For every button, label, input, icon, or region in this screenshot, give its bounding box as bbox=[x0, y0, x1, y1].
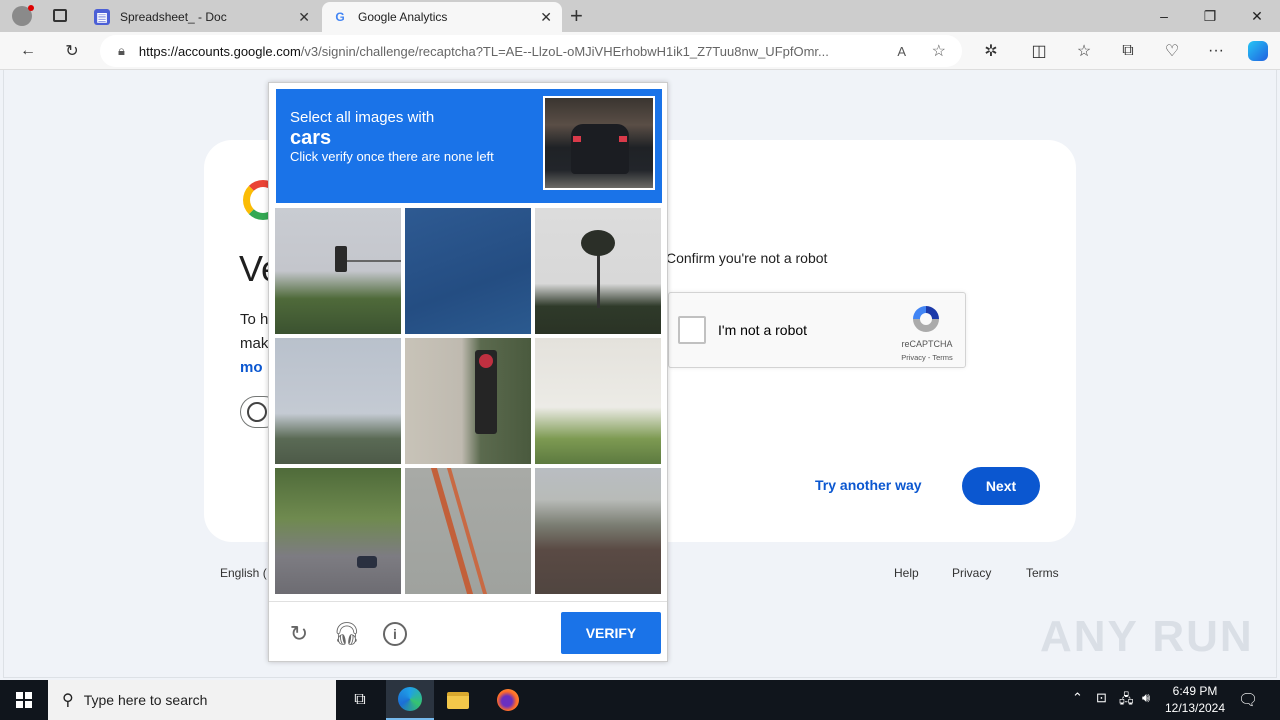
copilot-icon[interactable] bbox=[1244, 38, 1272, 64]
taskbar-search-box[interactable]: ⚲ Type here to search bbox=[48, 680, 336, 720]
traffic-light bbox=[335, 246, 347, 272]
tab-label: Google Analytics bbox=[358, 10, 448, 24]
url-host: https://accounts.google.com bbox=[138, 43, 301, 59]
image-tile[interactable] bbox=[405, 338, 531, 464]
favorite-star-icon[interactable]: ☆ bbox=[932, 41, 946, 61]
url-path: /v3/signin/challenge/recaptcha?TL=AE--Ll… bbox=[300, 43, 829, 59]
tab-spreadsheet[interactable]: ▤ Spreadsheet_ - Doc ✕ bbox=[84, 2, 320, 32]
recaptcha-widget: I'm not a robot reCAPTCHA Privacy - Term… bbox=[668, 292, 966, 368]
body-text-line2: mak bbox=[240, 335, 269, 352]
tab-google-analytics[interactable]: G Google Analytics ✕ bbox=[322, 2, 562, 32]
windows-start-icon[interactable] bbox=[0, 680, 48, 720]
lock-icon[interactable]: 🔒︎ bbox=[118, 43, 125, 59]
tab-label: Spreadsheet_ - Doc bbox=[120, 10, 227, 24]
verify-button[interactable]: VERIFY bbox=[561, 612, 661, 654]
confirm-text: Confirm you're not a robot bbox=[666, 250, 828, 266]
image-grid bbox=[275, 208, 663, 596]
volume-icon[interactable]: 🔊︎ bbox=[1142, 690, 1150, 706]
extensions-icon[interactable]: ✲ bbox=[977, 38, 1005, 64]
image-tile[interactable] bbox=[405, 468, 531, 594]
more-menu-icon[interactable]: ··· bbox=[1202, 38, 1230, 64]
not-robot-label: I'm not a robot bbox=[718, 322, 808, 338]
palm-crown bbox=[581, 230, 615, 256]
not-robot-checkbox[interactable] bbox=[678, 316, 706, 344]
recaptcha-brand: reCAPTCHA bbox=[901, 339, 953, 349]
try-another-way-button[interactable]: Try another way bbox=[815, 477, 922, 493]
footer-terms-link[interactable]: Terms bbox=[1026, 566, 1059, 580]
address-bar[interactable]: 🔒︎ https://accounts.google.com /v3/signi… bbox=[100, 35, 962, 67]
edge-taskbar-icon[interactable] bbox=[386, 680, 434, 720]
learn-more-link[interactable]: mo bbox=[240, 359, 263, 376]
network-icon[interactable]: 🖧︎ bbox=[1119, 690, 1134, 712]
browser-tab-strip: ▤ Spreadsheet_ - Doc ✕ G Google Analytic… bbox=[0, 0, 1280, 32]
close-window-button[interactable]: ✕ bbox=[1234, 4, 1280, 28]
restore-button[interactable]: ❐ bbox=[1187, 4, 1233, 28]
headphones-icon[interactable]: 🎧︎ bbox=[333, 620, 361, 648]
body-text-line1: To h bbox=[240, 311, 269, 328]
challenge-controls: ↻ 🎧︎ i VERIFY bbox=[269, 601, 667, 661]
tab-actions-icon[interactable] bbox=[53, 9, 67, 22]
image-tile[interactable] bbox=[535, 338, 661, 464]
browser-toolbar: ← ↻ 🔒︎ https://accounts.google.com /v3/s… bbox=[0, 32, 1280, 70]
minimize-button[interactable]: – bbox=[1141, 4, 1187, 28]
image-tile[interactable] bbox=[275, 468, 401, 594]
sample-car-image bbox=[543, 96, 655, 190]
doc-favicon: ▤ bbox=[94, 9, 110, 25]
notification-dot bbox=[28, 5, 34, 11]
language-selector[interactable]: English ( bbox=[220, 566, 267, 580]
search-icon: ⚲ bbox=[62, 692, 74, 709]
firefox-icon[interactable] bbox=[484, 680, 532, 720]
challenge-header: Select all images with cars Click verify… bbox=[276, 89, 662, 203]
google-favicon: G bbox=[335, 10, 345, 24]
car-shape bbox=[571, 124, 629, 174]
account-icon bbox=[247, 402, 267, 422]
reload-icon[interactable]: ↻ bbox=[285, 620, 313, 648]
task-view-icon[interactable]: ⧉ bbox=[336, 680, 384, 720]
file-explorer-icon[interactable] bbox=[434, 680, 482, 720]
instruction-line3: Click verify once there are none left bbox=[290, 149, 494, 164]
back-icon[interactable]: ← bbox=[14, 38, 42, 64]
refresh-icon[interactable]: ↻ bbox=[58, 38, 86, 64]
recaptcha-privacy-terms[interactable]: Privacy - Terms bbox=[895, 353, 959, 362]
split-screen-icon[interactable]: ◫ bbox=[1025, 38, 1053, 64]
next-button[interactable]: Next bbox=[962, 467, 1040, 505]
search-placeholder: Type here to search bbox=[83, 692, 208, 708]
image-tile[interactable] bbox=[535, 208, 661, 334]
image-tile[interactable] bbox=[405, 208, 531, 334]
image-tile[interactable] bbox=[275, 208, 401, 334]
windows-taskbar: ⚲ Type here to search ⧉ ⌃ ⊡ 🖧︎ 🔊︎ 6:49 P… bbox=[0, 680, 1280, 720]
show-hidden-icons[interactable]: ⌃ bbox=[1072, 690, 1083, 706]
footer-help-link[interactable]: Help bbox=[894, 566, 919, 580]
anyrun-watermark: ANY RUN bbox=[1040, 612, 1254, 661]
instruction-target: cars bbox=[290, 127, 332, 149]
close-tab-icon[interactable]: ✕ bbox=[298, 9, 310, 26]
palm-trunk bbox=[597, 248, 600, 308]
image-tile[interactable] bbox=[275, 338, 401, 464]
notifications-icon[interactable]: 🗨︎ bbox=[1238, 690, 1258, 710]
red-light bbox=[479, 354, 493, 368]
image-tile[interactable] bbox=[535, 468, 661, 594]
favorites-icon[interactable]: ☆ bbox=[1070, 38, 1098, 64]
collections-icon[interactable]: ⧉ bbox=[1114, 38, 1142, 64]
footer-privacy-link[interactable]: Privacy bbox=[952, 566, 991, 580]
new-tab-button[interactable]: + bbox=[570, 3, 583, 29]
taskbar-clock[interactable]: 6:49 PM 12/13/2024 bbox=[1160, 683, 1230, 717]
instruction-line1: Select all images with bbox=[290, 109, 435, 126]
close-tab-icon[interactable]: ✕ bbox=[540, 9, 552, 26]
tail-light bbox=[573, 136, 581, 142]
meet-now-icon[interactable]: ⊡ bbox=[1096, 690, 1107, 706]
info-icon[interactable]: i bbox=[381, 620, 409, 648]
read-aloud-icon[interactable]: A bbox=[897, 44, 906, 59]
clock-time: 6:49 PM bbox=[1172, 684, 1218, 698]
browser-essentials-icon[interactable]: ♡ bbox=[1158, 38, 1186, 64]
clock-date: 12/13/2024 bbox=[1164, 701, 1226, 715]
tail-light bbox=[619, 136, 627, 142]
recaptcha-logo-icon bbox=[913, 306, 939, 332]
light-pole bbox=[347, 260, 401, 262]
parked-car bbox=[357, 556, 377, 568]
recaptcha-challenge-popup: Select all images with cars Click verify… bbox=[268, 82, 668, 662]
